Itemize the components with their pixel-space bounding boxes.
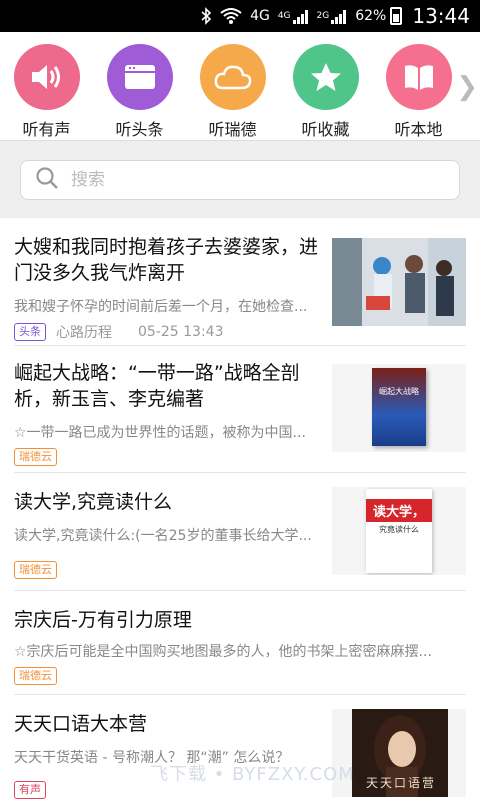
cloud-icon[interactable] (199, 44, 266, 110)
nav-item-headlines[interactable]: 听头条 (93, 44, 186, 140)
feed-desc: 读大学,究竟读什么:(一名25岁的董事长给大学... (14, 528, 312, 544)
feed-source: 心路历程 (56, 325, 112, 341)
feed-meta: 瑞德云 (14, 667, 454, 685)
feed-tag: 瑞德云 (14, 448, 57, 466)
wifi-icon (220, 7, 242, 25)
network-type-4g-small-label: 4G (277, 10, 291, 21)
battery-percent: 62% (355, 8, 387, 24)
feed-title: 读大学,究竟读什么 (14, 491, 173, 513)
star-icon[interactable] (292, 44, 359, 110)
feed-desc: 我和嫂子怀孕的时间前后差一个月，在她检查... (14, 299, 308, 315)
feed-tag: 瑞德云 (14, 667, 57, 685)
bluetooth-icon (200, 7, 212, 25)
book-cover-title: 读大学， (366, 499, 432, 522)
feed-tag: 头条 (14, 323, 46, 341)
feed-meta: 瑞德云 (14, 561, 326, 579)
feed-desc: ☆一带一路已成为世界性的话题，被称为中国... (14, 425, 306, 441)
browser-window-icon[interactable] (106, 44, 173, 110)
feed-desc: ☆宗庆后可能是全中国购买地图最多的人，他的书架上密密麻麻摆... (14, 644, 432, 660)
feed-text: 读大学,究竟读什么 读大学,究竟读什么:(一名25岁的董事长给大学... 瑞德云 (14, 489, 326, 579)
feed-item[interactable]: 大嫂和我同时抱着孩子去婆婆家，进门没多久我气炸离开 我和嫂子怀孕的时间前后差一个… (14, 218, 466, 346)
nav-item-ruide[interactable]: 听瑞德 (186, 44, 279, 140)
feed-item[interactable]: 宗庆后-万有引力原理 ☆宗庆后可能是全中国购买地图最多的人，他的书架上密密麻麻摆… (14, 591, 466, 695)
feed-item[interactable]: 读大学,究竟读什么 读大学,究竟读什么:(一名25岁的董事长给大学... 瑞德云… (14, 473, 466, 591)
search-icon (35, 166, 59, 194)
nav-label: 听瑞德 (208, 120, 257, 139)
feed-list: 大嫂和我同时抱着孩子去婆婆家，进门没多久我气炸离开 我和嫂子怀孕的时间前后差一个… (0, 218, 480, 810)
nav-item-favorites[interactable]: 听收藏 (279, 44, 372, 140)
feed-time: 05-25 13:43 (138, 324, 224, 340)
feed-title: 宗庆后-万有引力原理 (14, 609, 192, 631)
feed-title: 大嫂和我同时抱着孩子去婆婆家，进门没多久我气炸离开 (14, 236, 319, 284)
quick-nav: 听有声 听头条 听瑞德 听收藏 听本地 ❯ (0, 32, 480, 140)
nav-item-audio[interactable]: 听有声 (0, 44, 93, 140)
feed-text: 大嫂和我同时抱着孩子去婆婆家，进门没多久我气炸离开 我和嫂子怀孕的时间前后差一个… (14, 234, 324, 342)
feed-text: 宗庆后-万有引力原理 ☆宗庆后可能是全中国购买地图最多的人，他的书架上密密麻麻摆… (14, 607, 454, 685)
search-bar[interactable] (20, 159, 460, 200)
feed-meta: 头条 心路历程 05-25 13:43 (14, 322, 324, 342)
feed-title: 天天口语大本营 (14, 713, 148, 735)
nav-label: 听头条 (115, 120, 164, 139)
clock: 13:44 (412, 4, 470, 28)
book-cover-thumbnail: 崛起大战略 (332, 364, 466, 452)
hospital-photo-thumbnail (332, 238, 466, 326)
book-cover-subtitle: 究竟读什么 (379, 525, 419, 534)
book-icon[interactable] (385, 44, 452, 110)
book-cover-title: 崛起大战略 (379, 387, 419, 396)
book-cover-thumbnail: 读大学， 究竟读什么 (332, 487, 466, 575)
feed-meta: 瑞德云 (14, 448, 326, 466)
book-cover: 崛起大战略 (372, 368, 426, 446)
feed-text: 崛起大战略：“一带一路”战略全剖析，新玉言、李克编著 ☆一带一路已成为世界性的话… (14, 360, 326, 466)
book-cover: 读大学， 究竟读什么 (366, 489, 432, 573)
feed-title: 崛起大战略：“一带一路”战略全剖析，新玉言、李克编著 (14, 362, 300, 410)
network-type-2g-label: 2G (316, 10, 330, 21)
nav-item-local[interactable]: 听本地 (372, 44, 465, 140)
feed-tag: 有声 (14, 781, 46, 799)
cover-text: 天天口语营 (366, 776, 437, 790)
search-input[interactable] (69, 168, 433, 191)
feed-item[interactable]: 崛起大战略：“一带一路”战略全剖析，新玉言、李克编著 ☆一带一路已成为世界性的话… (14, 346, 466, 473)
feed-item[interactable]: 天天口语大本营 天天干货英语 - 号称潮人？ 那“潮” 怎么说？ 有声 天天口语… (14, 695, 466, 810)
status-bar: 4G 4G 2G 62% 13:44 (0, 0, 480, 32)
nav-label: 听有声 (22, 120, 71, 139)
speaker-icon[interactable] (13, 44, 80, 110)
search-section (0, 140, 480, 218)
chevron-right-icon[interactable]: ❯ (456, 72, 478, 102)
signal-strength-1-icon: 4G (278, 8, 309, 24)
nav-label: 听收藏 (301, 120, 350, 139)
battery-icon (390, 7, 403, 25)
signal-strength-2-icon: 2G (317, 8, 348, 24)
nav-label: 听本地 (394, 120, 443, 139)
network-type-4g-label: 4G (250, 8, 270, 24)
watermark: 飞下载 • BYFZXY.COM (150, 764, 355, 785)
feed-tag: 瑞德云 (14, 561, 57, 579)
